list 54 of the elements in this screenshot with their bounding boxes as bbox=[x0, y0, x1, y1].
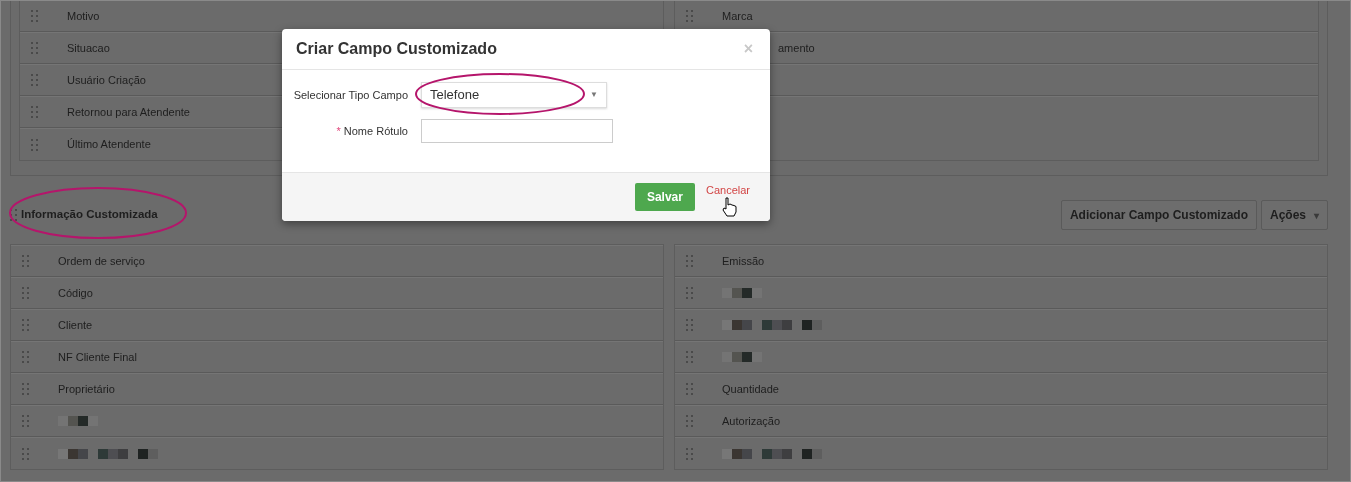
drag-handle-icon[interactable] bbox=[686, 383, 694, 395]
drag-handle-icon[interactable] bbox=[31, 74, 39, 86]
field-label: Autorização bbox=[722, 413, 781, 429]
toolbar-button[interactable]: Adicionar Campo Customizado bbox=[1060, 200, 1257, 230]
modal-title: Criar Campo Customizado bbox=[296, 39, 497, 59]
caret-icon: ▼ bbox=[590, 89, 598, 101]
field-label: Código bbox=[58, 285, 93, 301]
field-label: Último Atendente bbox=[67, 137, 151, 153]
section-title: Informação Customizada bbox=[21, 207, 158, 223]
save-button[interactable]: Salvar bbox=[634, 183, 695, 211]
cancel-link[interactable]: Cancelar bbox=[705, 181, 750, 199]
field-label: Nome Rótulo bbox=[343, 124, 408, 137]
field-label: Marca bbox=[722, 8, 753, 24]
drag-handle-icon[interactable] bbox=[686, 319, 694, 331]
required-mark: * bbox=[336, 124, 341, 137]
drag-handle-icon[interactable] bbox=[686, 415, 694, 427]
field-label: Retornou para Atendente bbox=[67, 104, 190, 120]
field-label: Usuário Criação bbox=[67, 72, 146, 88]
field-label: Quantidade bbox=[722, 381, 779, 397]
drag-handle-icon[interactable] bbox=[22, 287, 30, 299]
redacted-text bbox=[722, 288, 762, 298]
label-input[interactable] bbox=[421, 119, 613, 143]
field-label: Situacao bbox=[67, 40, 110, 56]
drag-handle-icon[interactable] bbox=[686, 10, 694, 22]
drag-handle-icon[interactable] bbox=[686, 351, 694, 363]
redacted-text bbox=[722, 352, 762, 362]
field-label: Cliente bbox=[58, 317, 93, 333]
close-button[interactable]: × bbox=[743, 37, 753, 61]
drag-handle-icon[interactable] bbox=[22, 351, 30, 363]
drag-handle-icon[interactable] bbox=[10, 209, 18, 221]
field-label: amento bbox=[778, 40, 815, 56]
drag-handle-icon[interactable] bbox=[686, 287, 694, 299]
drag-handle-icon[interactable] bbox=[686, 447, 694, 460]
drag-handle-icon[interactable] bbox=[31, 10, 39, 22]
drag-handle-icon[interactable] bbox=[31, 106, 39, 118]
drag-handle-icon[interactable] bbox=[31, 138, 39, 151]
field-label: Selecionar Tipo Campo bbox=[292, 87, 409, 103]
field-label: Ordem de serviço bbox=[58, 253, 145, 269]
toolbar-button[interactable]: Ações ▾ bbox=[1260, 200, 1328, 230]
field-label: Emissão bbox=[722, 253, 765, 269]
drag-handle-icon[interactable] bbox=[22, 415, 30, 427]
drag-handle-icon[interactable] bbox=[686, 255, 694, 267]
field-label: Motivo bbox=[67, 8, 100, 24]
drag-handle-icon[interactable] bbox=[31, 42, 39, 54]
drag-handle-icon[interactable] bbox=[22, 255, 30, 267]
caret-icon: ▾ bbox=[1314, 210, 1319, 221]
drag-handle-icon[interactable] bbox=[22, 447, 30, 460]
drag-handle-icon[interactable] bbox=[22, 383, 30, 395]
redacted-text bbox=[58, 416, 98, 426]
drag-handle-icon[interactable] bbox=[22, 319, 30, 331]
field-label: NF Cliente Final bbox=[58, 349, 137, 365]
pointer-cursor-icon bbox=[722, 197, 737, 217]
type-select[interactable]: Telefone ▼ bbox=[421, 82, 607, 108]
field-label: Proprietário bbox=[58, 381, 115, 397]
